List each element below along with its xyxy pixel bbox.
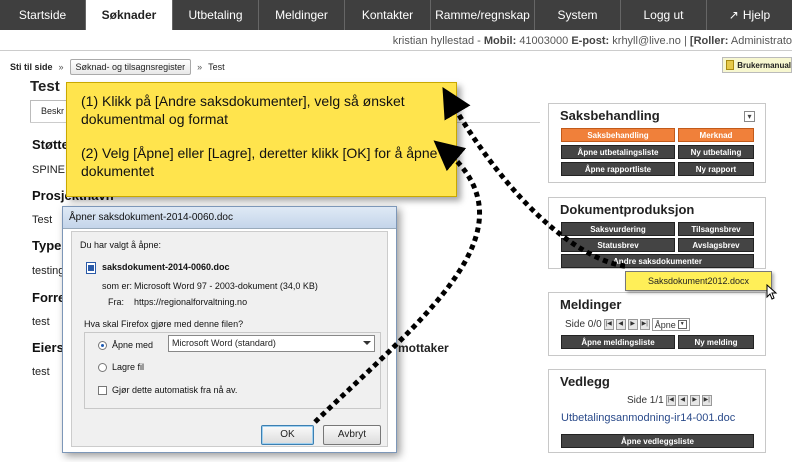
arrow-step2-to-ok <box>313 140 482 424</box>
annotation-arrows <box>313 87 626 424</box>
